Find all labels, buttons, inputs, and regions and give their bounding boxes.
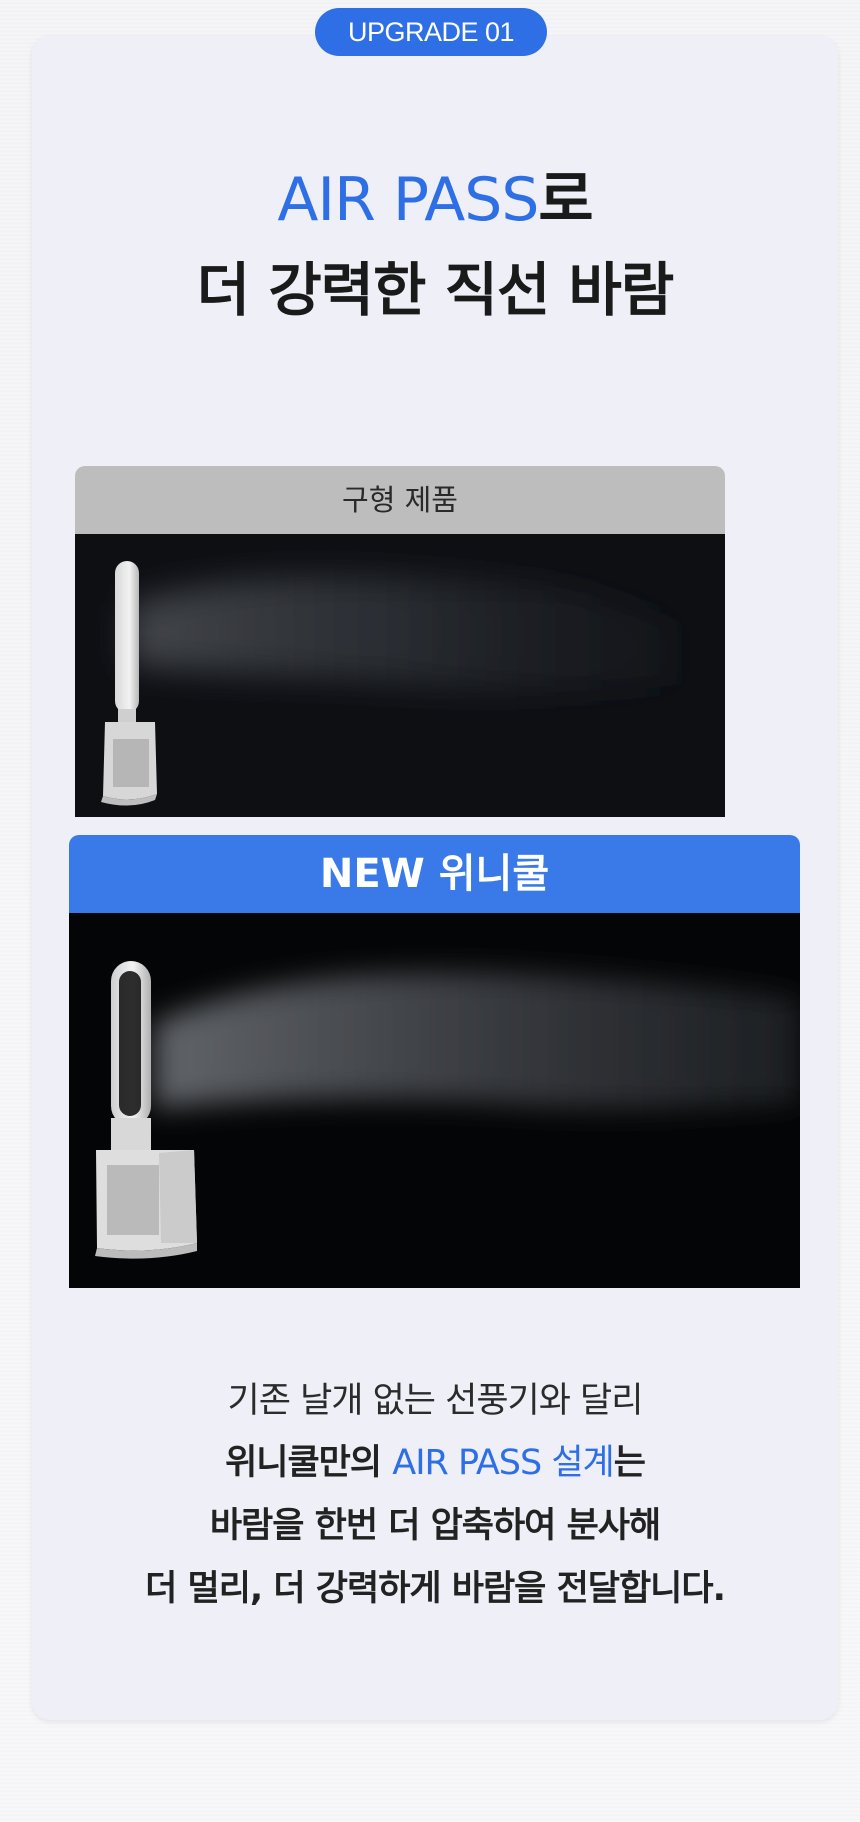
description-prefix: 위니쿨만의 <box>225 1443 393 1483</box>
old-product-video[interactable] <box>75 534 725 817</box>
new-product-label: NEW 위니쿨 <box>69 835 800 913</box>
old-product-label: 구형 제품 <box>75 466 725 534</box>
headline-line-1: AIR PASS로 <box>32 164 838 236</box>
headline-line-2: 더 강력한 직선 바람 <box>196 256 674 324</box>
new-product-video[interactable] <box>69 913 800 1288</box>
description-line-4: 더 멀리, 더 강력하게 바람을 전달합니다. <box>145 1569 726 1609</box>
description-suffix: 는 <box>613 1443 646 1483</box>
headline-accent: AIR PASS <box>277 165 539 235</box>
fan-tower-icon <box>115 561 139 713</box>
old-product-airflow-image <box>101 561 675 806</box>
description-line-3: 바람을 한번 더 압축하여 분사해 <box>209 1506 661 1546</box>
new-product-airflow-image <box>95 961 800 1259</box>
headline-particle: 로 <box>538 165 593 235</box>
description-line-2: 위니쿨만의 AIR PASS 설계는 <box>32 1443 838 1483</box>
description-line-1: 기존 날개 없는 선풍기와 달리 <box>227 1381 644 1421</box>
upgrade-badge: UPGRADE 01 <box>315 8 547 56</box>
description-accent: AIR PASS 설계 <box>392 1443 614 1483</box>
